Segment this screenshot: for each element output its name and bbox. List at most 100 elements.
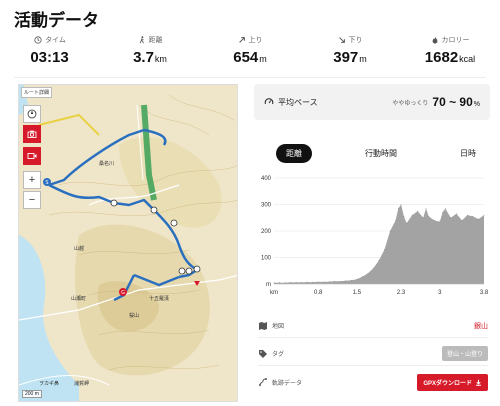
elevation-point (306, 281, 308, 283)
tab-distance[interactable]: 距離 (276, 143, 312, 163)
y-tick-label: m (266, 282, 271, 288)
elevation-point (378, 259, 380, 261)
elevation-point (317, 281, 319, 283)
elevation-point (290, 282, 291, 283)
download-icon (476, 379, 481, 386)
elevation-point (323, 281, 325, 283)
elevation-chart: m 100 200 300 400 km 0.8 1.5 2.3 3 3.8 (261, 176, 489, 296)
camera-button[interactable] (23, 125, 41, 143)
stat-ascent-unit: m (259, 54, 267, 64)
elevation-point (422, 217, 424, 219)
elevation-point (406, 222, 407, 224)
info-tag-label: タグ (272, 352, 285, 358)
stat-time: タイム 03:13 (0, 34, 100, 74)
stat-ascent-value: 654 (233, 49, 259, 66)
route-map[interactable]: S G 山越 山瀬町 桑名川 桜山 十五羅漢 ヲカギ鼻 浦賀岬 ルート詳細 + (18, 84, 238, 402)
flame-icon (432, 36, 437, 44)
map-label: 桑名川 (99, 160, 114, 167)
elevation-point (389, 230, 391, 232)
video-button[interactable] (23, 147, 41, 165)
stat-descent-label: 下り (348, 37, 363, 44)
stat-distance-unit: km (154, 54, 167, 64)
info-row-track: 軌跡データ GPXダウンロード (258, 370, 488, 394)
info-track-label: 軌跡データ (272, 380, 303, 387)
compass-icon (27, 109, 37, 119)
tab-datetime[interactable]: 日時 (450, 144, 486, 163)
elevation-point (439, 221, 441, 223)
y-tick-label: 400 (261, 176, 272, 182)
map-label: 十五羅漢 (149, 295, 169, 302)
elevation-point (312, 281, 314, 283)
elevation-point (351, 279, 352, 281)
stat-calories-unit: kcal (459, 54, 476, 64)
x-tick-label: 2.3 (397, 290, 406, 296)
pace-value: 70 ~ 90 (432, 95, 473, 109)
arrow-up-right-icon (238, 37, 245, 43)
elevation-point (279, 282, 280, 284)
gpx-download-button[interactable]: GPXダウンロード (417, 373, 488, 391)
elevation-point (284, 282, 286, 284)
svg-text:G: G (121, 290, 125, 296)
elevation-point (417, 210, 419, 212)
pace-card: 平均ペース ややゆっくり 70 ~ 90% (254, 84, 490, 120)
elevation-point (397, 208, 399, 209)
elevation-point (356, 278, 358, 280)
stat-ascent-label: 上り (248, 37, 263, 44)
elevation-point (478, 218, 479, 220)
tab-duration[interactable]: 行動時間 (355, 144, 407, 163)
elevation-point (483, 214, 485, 216)
map-canvas: S G 山越 山瀬町 桑名川 桜山 十五羅漢 ヲカギ鼻 浦賀岬 (19, 85, 237, 401)
arrow-down-right-icon (338, 37, 345, 43)
stat-calories-label: カロリー (441, 37, 470, 44)
chart-tabs: 距離 行動時間 日時 (276, 143, 486, 163)
info-map-label: 地図 (272, 324, 285, 330)
camera-icon (27, 130, 37, 138)
map-label: 山越 (74, 245, 84, 252)
stat-time-label: タイム (45, 37, 66, 44)
map-label: 浦賀岬 (74, 380, 89, 387)
elevation-point (395, 220, 396, 221)
map-icon (259, 321, 267, 330)
stat-calories: カロリー 1682kcal (400, 34, 500, 74)
stat-descent-value: 397 (333, 49, 359, 66)
map-name-link[interactable]: 銀山 (474, 321, 488, 331)
stat-distance-label: 距離 (148, 37, 163, 44)
stat-distance-value: 3.7 (133, 49, 154, 66)
stat-ascent: 上り 654m (200, 34, 300, 74)
pace-label: 平均ペース (278, 97, 318, 107)
elevation-point (295, 282, 297, 283)
elevation-point (334, 280, 336, 282)
compass-button[interactable] (23, 105, 41, 123)
stats-bar: タイム 03:13 距離 3.7km 上り 654m 下り 397m カロリー … (0, 34, 500, 74)
tag-chip[interactable]: 登山・山登り (441, 346, 488, 361)
elevation-point (428, 216, 430, 217)
map-label: ヲカギ鼻 (39, 380, 59, 387)
elevation-point (373, 267, 374, 269)
info-row-tag: タグ 登山・山登り (258, 342, 488, 366)
elevation-point (456, 213, 457, 215)
plus-icon: + (28, 174, 36, 186)
stat-descent: 下り 397m (300, 34, 400, 74)
zoom-out-button[interactable]: − (23, 191, 41, 209)
stat-time-value: 03:13 (30, 49, 69, 66)
elevation-point (384, 249, 385, 250)
zoom-in-button[interactable]: + (23, 171, 41, 189)
map-scale: 200 m (22, 390, 42, 398)
route-detail-button[interactable]: ルート詳細 (21, 87, 53, 98)
x-tick-label: 1.5 (353, 290, 362, 296)
map-label: 桜山 (129, 312, 139, 319)
stat-calories-value: 1682 (424, 49, 459, 66)
y-tick-label: 100 (261, 256, 272, 262)
elevation-point (411, 214, 413, 216)
elevation-point (367, 273, 369, 274)
stat-descent-unit: m (359, 54, 367, 64)
gpx-download-label: GPXダウンロード (423, 380, 472, 387)
info-row-map: 地図 銀山 (258, 314, 488, 338)
tag-icon (259, 349, 267, 358)
elevation-point (400, 204, 402, 205)
clock-icon (34, 36, 42, 44)
elevation-point (362, 276, 363, 277)
elevation-point (345, 280, 347, 282)
elevation-point (442, 212, 443, 213)
x-tick-label: 3 (438, 290, 442, 296)
